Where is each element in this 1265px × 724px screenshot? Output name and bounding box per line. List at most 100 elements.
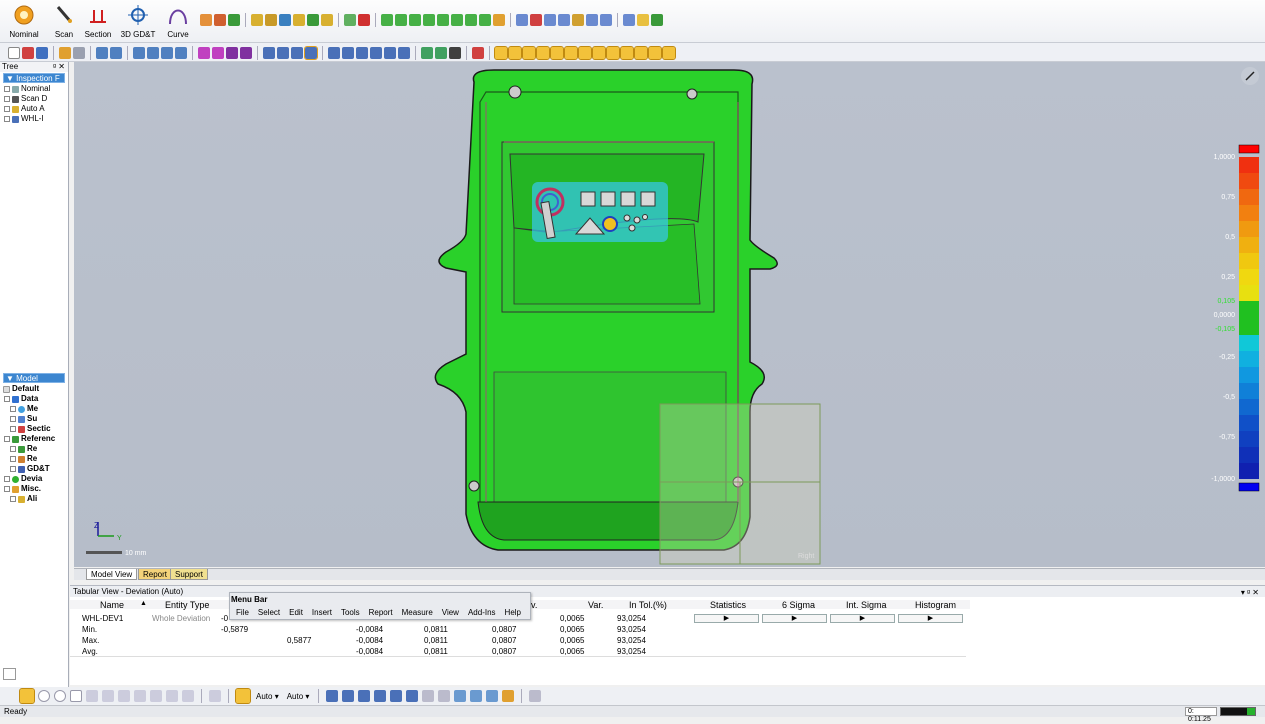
tree-item-mesh[interactable]: Me [0,404,68,414]
tree-item-surface[interactable]: Su [0,414,68,424]
tool-icon[interactable] [449,47,461,59]
inspection-header[interactable]: ▼ Inspection F [3,73,65,83]
tool-icon[interactable] [637,14,649,26]
sort-icon[interactable]: ▲ [140,600,147,607]
tool-icon[interactable] [435,47,447,59]
tool-icon[interactable] [623,14,635,26]
tool-icon[interactable] [251,14,263,26]
tool-icon[interactable] [200,14,212,26]
tool-icon[interactable] [8,47,20,59]
tool-icon[interactable] [648,46,662,60]
tree-item-section[interactable]: Sectic [0,424,68,434]
tool-icon[interactable] [493,14,505,26]
tool-icon[interactable] [147,47,159,59]
tool-icon[interactable] [304,46,318,60]
filter-icon[interactable] [326,690,339,702]
tool-icon[interactable] [479,14,491,26]
tool-icon[interactable] [344,14,356,26]
tool-icon[interactable] [651,14,663,26]
tool-icon[interactable] [451,14,463,26]
tool-icon[interactable] [586,14,598,26]
tool-icon[interactable] [536,46,550,60]
section-button[interactable]: Section [78,2,118,40]
tool-icon[interactable] [110,47,122,59]
menu-add-ins[interactable]: Add-Ins [468,608,496,617]
select-fill-icon[interactable] [102,690,114,702]
3d-viewport[interactable]: Z Y 10 mm Right 1,0000 0,75 0,5 0,25 0,1… [74,62,1265,567]
filter-icon[interactable] [470,690,483,702]
tree-item-gdt[interactable]: GD&T [0,464,68,474]
tab-report[interactable]: Report [138,569,173,580]
tool-icon[interactable] [214,14,226,26]
tool-icon[interactable] [381,14,393,26]
tree-item-auto[interactable]: Auto A [0,104,68,114]
tool-icon[interactable] [409,14,421,26]
tool-icon[interactable] [22,47,34,59]
select-tool-icon[interactable] [134,690,146,702]
tree-item-deviation[interactable]: Devia [0,474,68,484]
tool-icon[interactable] [550,46,564,60]
tool-icon[interactable] [358,14,370,26]
tool-icon[interactable] [265,14,277,26]
select-brush-icon[interactable] [86,690,98,702]
panel-controls[interactable]: ▾ ᵍ ✕ [1241,588,1259,597]
model-header[interactable]: ▼ Model [3,373,65,383]
panel-controls[interactable]: ᵍ ✕ [53,62,65,72]
auto-dropdown-2[interactable]: Auto ▾ [285,692,312,701]
select-tool-icon[interactable] [118,690,130,702]
panel-checkbox[interactable] [3,668,16,680]
tree-item-ref-plane[interactable]: Re [0,444,68,454]
tool-icon[interactable] [279,14,291,26]
tool-icon[interactable] [36,47,48,59]
tool-icon[interactable] [472,47,484,59]
tree-item-reference[interactable]: Referenc [0,434,68,444]
tool-icon[interactable] [600,14,612,26]
tool-icon[interactable] [240,47,252,59]
nominal-button[interactable]: Nominal [4,2,44,40]
tool-icon[interactable] [516,14,528,26]
filter-icon[interactable] [358,690,371,702]
tool-icon[interactable] [321,14,333,26]
menu-edit[interactable]: Edit [289,608,303,617]
select-tool-icon[interactable] [209,690,221,702]
tool-icon[interactable] [133,47,145,59]
select-rect-icon[interactable] [19,688,35,704]
filter-icon[interactable] [438,690,451,702]
tool-icon[interactable] [342,47,354,59]
tree-item-align[interactable]: Ali [0,494,68,504]
tool-icon[interactable] [59,47,71,59]
tool-icon[interactable] [544,14,556,26]
select-line-icon[interactable] [70,690,82,702]
tool-icon[interactable] [564,46,578,60]
select-circle-icon[interactable] [38,690,50,702]
menu-select[interactable]: Select [258,608,280,617]
tool-icon[interactable] [328,47,340,59]
tool-icon[interactable] [530,14,542,26]
curve-button[interactable]: Curve [158,2,198,40]
tree-item-ref-coord[interactable]: Re [0,454,68,464]
tool-icon[interactable] [437,14,449,26]
tree-item-default[interactable]: Default [0,384,68,394]
gdt-3d-button[interactable]: 3D GD&T [118,2,158,40]
menu-report[interactable]: Report [369,608,393,617]
filter-icon[interactable] [374,690,387,702]
tree-item-data[interactable]: Data [0,394,68,404]
select-mode-icon[interactable] [235,688,251,704]
tool-icon[interactable] [263,47,275,59]
filter-icon[interactable] [529,690,542,702]
tool-icon[interactable] [198,47,210,59]
filter-icon[interactable] [422,690,435,702]
tool-icon[interactable] [161,47,173,59]
tool-icon[interactable] [634,46,648,60]
select-poly-icon[interactable] [54,690,66,702]
tool-icon[interactable] [592,46,606,60]
tool-icon[interactable] [465,14,477,26]
menu-tools[interactable]: Tools [341,608,360,617]
tree-item-misc[interactable]: Misc. [0,484,68,494]
tree-item-scan[interactable]: Scan D [0,94,68,104]
filter-icon[interactable] [454,690,467,702]
tool-icon[interactable] [175,47,187,59]
tool-icon[interactable] [494,46,508,60]
tool-icon[interactable] [293,14,305,26]
menu-insert[interactable]: Insert [312,608,332,617]
